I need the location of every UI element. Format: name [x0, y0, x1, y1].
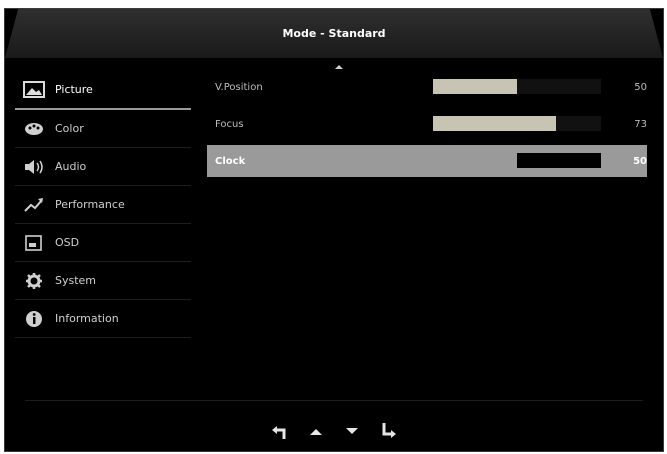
- osd-icon: [23, 234, 45, 252]
- gear-icon: [23, 272, 45, 290]
- back-button[interactable]: [266, 417, 294, 445]
- sidebar-item-color[interactable]: Color: [15, 110, 191, 148]
- sidebar-item-label: Performance: [55, 198, 125, 211]
- sidebar: Picture Color Audio Performance OSD Syst…: [15, 71, 191, 338]
- back-icon: [272, 426, 286, 439]
- sidebar-item-audio[interactable]: Audio: [15, 148, 191, 186]
- setting-label: Focus: [215, 118, 244, 130]
- sidebar-item-label: Audio: [55, 160, 87, 173]
- scroll-up-icon[interactable]: [335, 65, 343, 69]
- level-bar[interactable]: [433, 79, 601, 94]
- down-button[interactable]: [338, 417, 366, 445]
- sidebar-item-label: OSD: [55, 236, 80, 249]
- setting-row-clock[interactable]: Clock 50: [207, 145, 647, 177]
- footer-controls: [5, 417, 663, 447]
- setting-value: 50: [633, 155, 647, 167]
- mode-title: Mode - Standard: [282, 27, 386, 40]
- enter-button[interactable]: [374, 417, 402, 445]
- sidebar-item-label: Color: [55, 122, 84, 135]
- sidebar-item-picture[interactable]: Picture: [15, 71, 191, 110]
- setting-label: Clock: [215, 155, 246, 167]
- setting-row-vposition[interactable]: V.Position 50: [207, 71, 647, 103]
- osd-header: Mode - Standard: [5, 9, 663, 58]
- sidebar-item-information[interactable]: Information: [15, 300, 191, 338]
- up-button[interactable]: [302, 417, 330, 445]
- level-bar[interactable]: [433, 116, 601, 131]
- footer-divider: [25, 400, 643, 401]
- settings-panel: V.Position 50 Focus 73 Clock 50: [207, 71, 647, 182]
- setting-value: 50: [634, 81, 647, 93]
- speaker-icon: [23, 158, 45, 176]
- osd-menu: Mode - Standard Picture Color Audio Perf…: [4, 8, 664, 452]
- setting-row-focus[interactable]: Focus 73: [207, 108, 647, 140]
- arrow-up-icon: [310, 429, 322, 435]
- sidebar-item-label: System: [55, 274, 97, 287]
- sidebar-item-performance[interactable]: Performance: [15, 186, 191, 224]
- sidebar-item-label: Information: [55, 312, 119, 325]
- setting-value: 73: [634, 118, 647, 130]
- sidebar-item-osd[interactable]: OSD: [15, 224, 191, 262]
- palette-icon: [23, 120, 45, 138]
- info-icon: [23, 310, 45, 328]
- sidebar-item-system[interactable]: System: [15, 262, 191, 300]
- arrow-down-icon: [346, 428, 358, 434]
- trend-icon: [23, 196, 45, 214]
- setting-label: V.Position: [215, 81, 263, 93]
- picture-icon: [23, 80, 45, 99]
- enter-icon: [382, 423, 396, 438]
- level-bar[interactable]: [433, 153, 601, 168]
- sidebar-item-label: Picture: [55, 83, 93, 96]
